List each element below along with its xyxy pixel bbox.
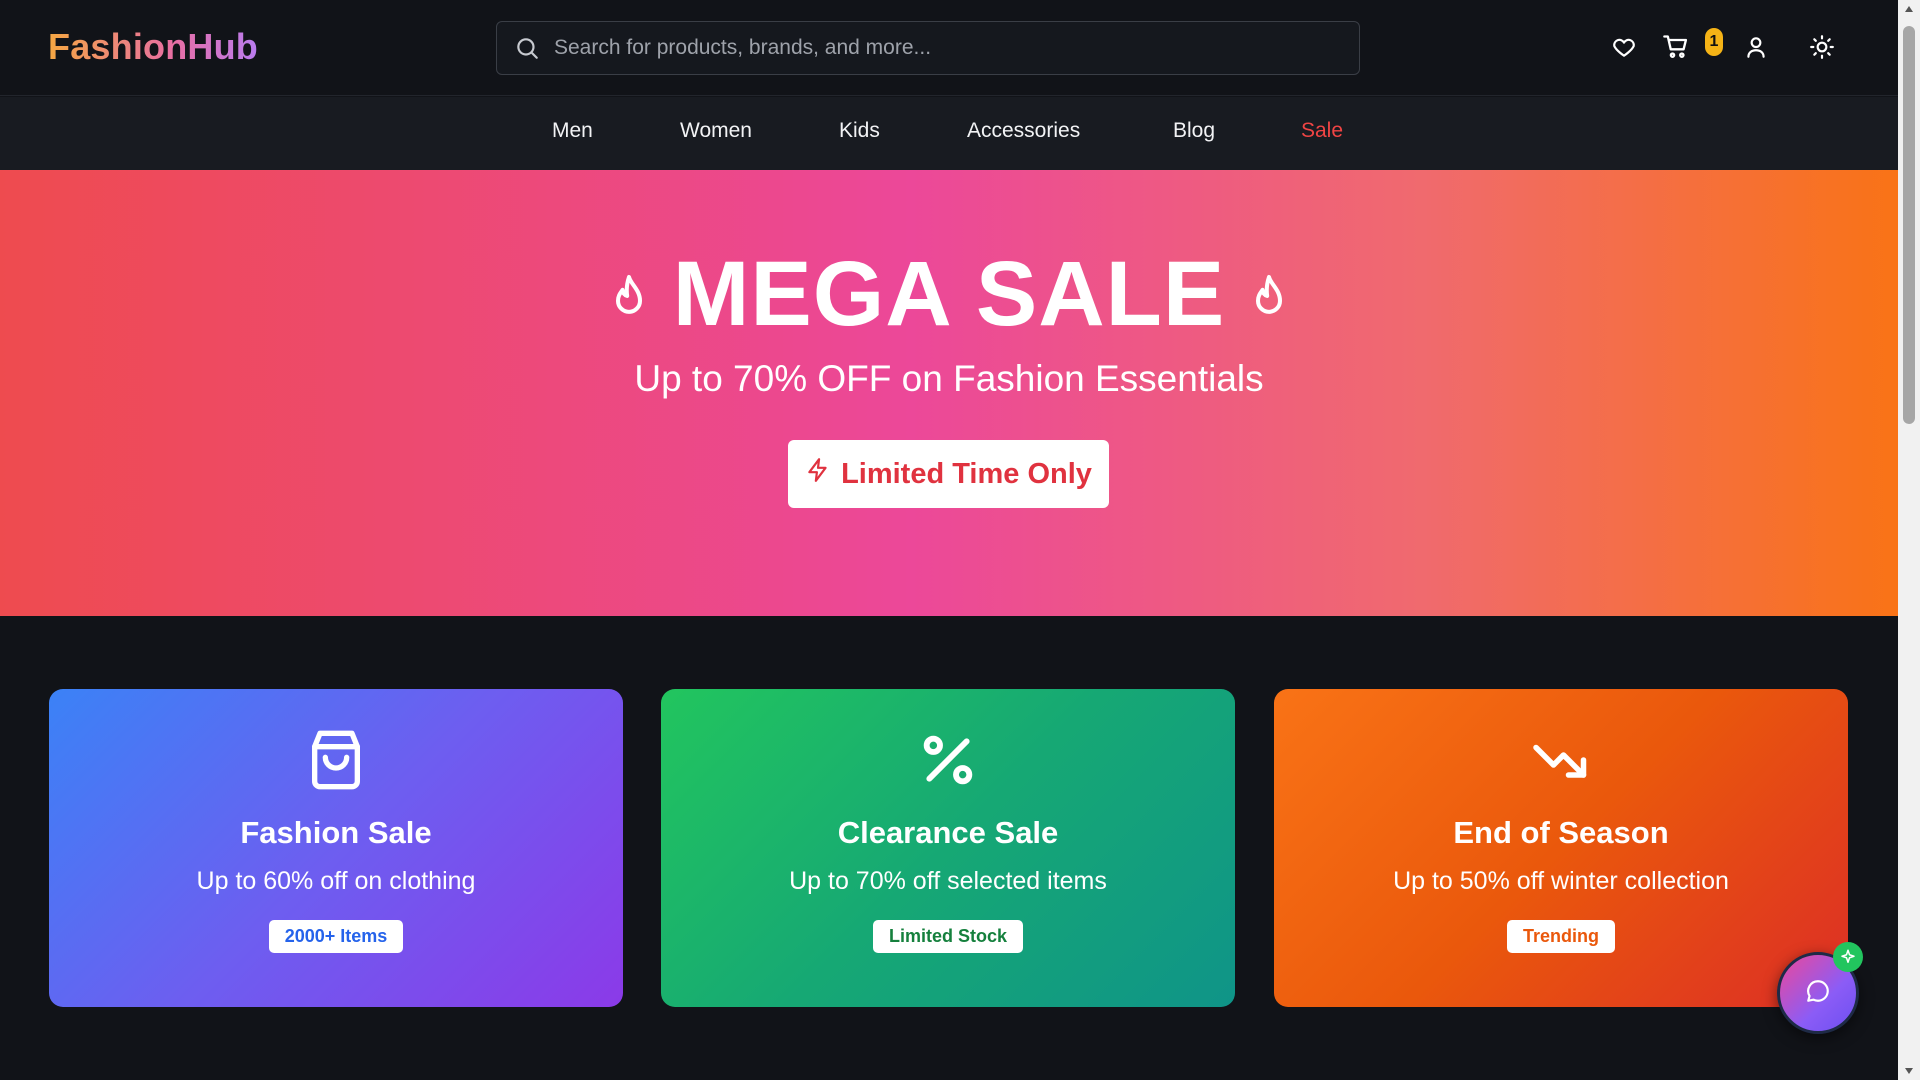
card-description: Up to 70% off selected items [789,867,1107,895]
nav-item-sale[interactable]: Sale [1301,119,1343,143]
nav-item-kids[interactable]: Kids [839,119,880,143]
page: FashionHub 1 Men Women Kids Accessories … [0,0,1898,1080]
limited-time-button[interactable]: Limited Time Only [788,440,1109,508]
scroll-thumb[interactable] [1903,26,1915,424]
nav-item-accessories[interactable]: Accessories [967,119,1080,143]
card-title: End of Season [1453,815,1669,850]
percent-icon [915,727,981,793]
promo-card-clearance-sale[interactable]: Clearance Sale Up to 70% off selected it… [661,689,1235,1007]
heart-icon[interactable] [1610,33,1638,61]
category-nav: Men Women Kids Accessories Blog Sale [0,97,1898,170]
brand-logo[interactable]: FashionHub [48,26,258,68]
nav-item-men[interactable]: Men [552,119,593,143]
card-title: Fashion Sale [240,815,432,850]
card-description: Up to 50% off winter collection [1393,867,1729,895]
shopping-bag-icon [303,727,369,793]
card-description: Up to 60% off on clothing [196,867,476,895]
lightning-icon [805,456,831,492]
nav-item-blog[interactable]: Blog [1173,119,1215,143]
card-badge: Trending [1507,920,1615,953]
cart-count-badge: 1 [1705,28,1723,56]
scroll-up-arrow-icon[interactable] [1898,0,1920,18]
trending-down-icon [1528,727,1594,793]
limited-time-label: Limited Time Only [841,457,1092,490]
promo-card-fashion-sale[interactable]: Fashion Sale Up to 60% off on clothing 2… [49,689,623,1007]
chat-bubble-icon [1805,978,1831,1009]
flame-icon [1247,242,1291,347]
flame-icon [607,242,651,347]
cart-icon[interactable] [1662,33,1690,61]
card-badge: Limited Stock [872,920,1024,953]
hero-title-row: MEGA SALE [0,242,1898,347]
hero-subtitle: Up to 70% OFF on Fashion Essentials [634,358,1264,399]
search-input[interactable] [554,36,1314,60]
vertical-scrollbar[interactable] [1898,0,1920,1080]
hero-title: MEGA SALE [672,243,1226,345]
search-icon [514,35,540,61]
user-icon[interactable] [1742,33,1770,61]
hero-banner: MEGA SALE Up to 70% OFF on Fashion Essen… [0,170,1898,616]
site-header: FashionHub 1 [0,0,1898,96]
nav-item-women[interactable]: Women [680,119,752,143]
scroll-down-arrow-icon[interactable] [1898,1062,1920,1080]
card-badge: 2000+ Items [268,920,404,953]
search-bar[interactable] [496,21,1360,75]
card-title: Clearance Sale [837,815,1059,850]
promo-card-end-of-season[interactable]: End of Season Up to 50% off winter colle… [1274,689,1848,1007]
sun-icon[interactable] [1808,33,1836,61]
sparkle-icon [1833,942,1863,972]
